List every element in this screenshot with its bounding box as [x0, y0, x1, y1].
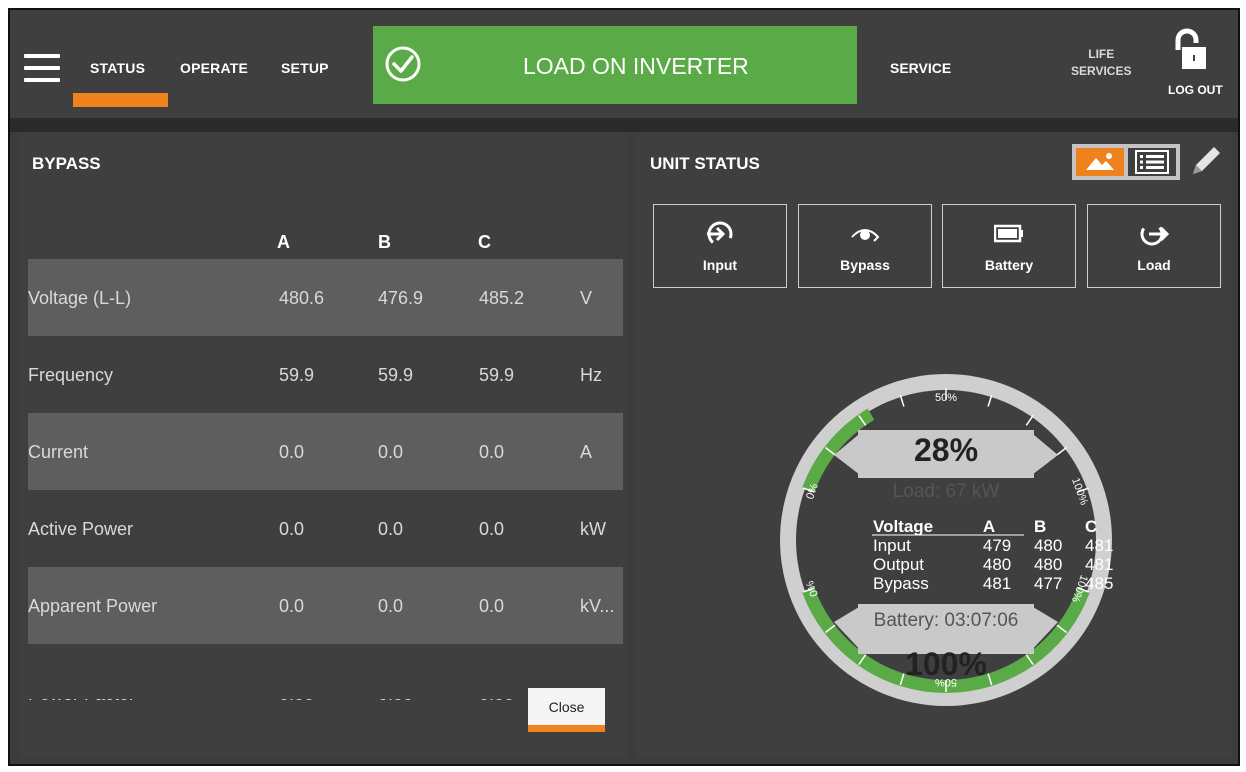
column-b-header: B	[378, 232, 391, 252]
voltage-cell: 481	[982, 574, 1012, 593]
voltage-cell: 477	[1033, 574, 1063, 593]
row-label: Voltage (L-L)	[28, 288, 132, 308]
voltage-row-label: Input	[873, 536, 911, 555]
voltage-cell: 480	[1033, 555, 1063, 574]
logout-label[interactable]: LOG OUT	[1168, 83, 1223, 97]
voltage-cell: 485	[1085, 574, 1114, 593]
row-label: Apparent Power	[28, 596, 158, 616]
voltage-cell: 480	[1033, 536, 1063, 555]
cell-c: 59.9	[479, 365, 515, 385]
cell-a: 0.0	[279, 596, 305, 616]
cell-a: 0.0	[279, 519, 305, 539]
bypass-icon	[851, 229, 880, 242]
voltage-cell: 479	[982, 536, 1012, 555]
voltage-row-bypass: Bypass 481 477 485	[872, 574, 1116, 593]
load-battery-gauge: 0% 50% 100% 0% 50% 100% 28% Load: 67 kW Volta…	[776, 350, 1116, 730]
bypass-tile[interactable]: Bypass	[798, 204, 932, 288]
unit-status-panel: UNIT STATUS Input Bypass Battery Load 0%…	[636, 132, 1232, 757]
load-kw: Load: 67 kW	[892, 481, 1000, 502]
voltage-cell: 481	[1085, 555, 1114, 574]
cell-unit: Hz	[580, 365, 602, 385]
graphic-view-button[interactable]	[1076, 148, 1124, 176]
row-label: Active Power	[28, 519, 134, 539]
bypass-title: BYPASS	[32, 154, 101, 173]
cell-unit: A	[580, 442, 593, 462]
status-banner-text: LOAD ON INVERTER	[523, 53, 749, 79]
column-a-header: A	[277, 232, 290, 252]
input-label: Input	[702, 257, 738, 273]
voltage-row-output: Output 480 480 481	[872, 555, 1116, 574]
table-row: Voltage (L-L) 480.6 476.9 485.2 V	[28, 259, 623, 336]
column-c-header: C	[478, 232, 491, 252]
cell-b: 0.0	[378, 442, 404, 462]
bypass-label: Bypass	[840, 257, 890, 273]
checkmark-circle-icon	[385, 46, 421, 82]
cell-a: 480.6	[279, 288, 325, 308]
battery-icon	[994, 224, 1023, 243]
cell-b: 476.9	[378, 288, 424, 308]
view-toggle	[1072, 144, 1180, 180]
cell-b: 0.0	[378, 519, 404, 539]
life-services-line1: LIFE	[1088, 47, 1115, 61]
gauge-scale-label: 50%	[935, 392, 957, 404]
voltage-row-label: Bypass	[873, 574, 929, 593]
row-label: Current	[28, 442, 89, 462]
cell-c: 485.2	[479, 288, 525, 308]
divider-strip	[10, 118, 1238, 132]
list-view-icon	[1135, 150, 1169, 174]
cell-b: 0.0	[378, 596, 404, 616]
app-window: STATUS OPERATE SETUP LOAD ON INVERTER SE…	[8, 8, 1240, 766]
voltage-cell: 481	[1085, 536, 1114, 555]
bypass-panel: BYPASS A B C Voltage (L-L) 480.6 476.9 4…	[20, 132, 627, 757]
battery-runtime: Battery: 03:07:06	[873, 610, 1019, 631]
battery-label: Battery	[984, 257, 1034, 273]
cell-a: 59.9	[279, 365, 315, 385]
load-label: Load	[1137, 257, 1171, 273]
cell-a: 0.0	[279, 442, 305, 462]
active-tab-indicator	[73, 93, 168, 107]
table-row: Frequency 59.9 59.9 59.9 Hz	[28, 336, 623, 413]
cell-b: 59.9	[378, 365, 414, 385]
cell-c: 0.0	[479, 442, 505, 462]
cell-c: 0.0	[479, 596, 505, 616]
input-icon	[707, 221, 733, 247]
edit-pencil-icon[interactable]	[1189, 142, 1225, 178]
battery-tile[interactable]: Battery	[942, 204, 1076, 288]
tab-life-services[interactable]: LIFE SERVICES	[1071, 46, 1131, 80]
hamburger-menu-icon[interactable]	[24, 54, 60, 82]
tab-status[interactable]: STATUS	[90, 60, 145, 76]
voltage-header: Voltage	[873, 517, 934, 536]
unlock-icon[interactable]	[1174, 28, 1208, 72]
load-tile[interactable]: Load	[1087, 204, 1221, 288]
table-row: Apparent Power 0.0 0.0 0.0 kV...	[28, 567, 623, 644]
tab-setup[interactable]: SETUP	[281, 60, 329, 76]
table-row: Active Power 0.0 0.0 0.0 kW	[28, 490, 623, 567]
cell-unit: kV...	[580, 596, 615, 616]
voltage-row-input: Input 479 480 481	[872, 536, 1116, 555]
cell-c: 0.0	[479, 519, 505, 539]
table-row: Current 0.0 0.0 0.0 A	[28, 413, 623, 490]
row-label: Frequency	[28, 365, 114, 385]
voltage-col-a: A	[982, 517, 996, 536]
load-icon	[1140, 222, 1169, 246]
cell-unit: kW	[580, 519, 606, 539]
voltage-row-label: Output	[873, 555, 925, 574]
status-banner: LOAD ON INVERTER	[373, 26, 857, 104]
load-percent: 28%	[913, 432, 979, 468]
voltage-cell: 480	[982, 555, 1012, 574]
image-view-icon	[1086, 153, 1114, 170]
voltage-col-b: B	[1033, 517, 1047, 536]
input-tile[interactable]: Input	[653, 204, 787, 288]
voltage-table: Voltage A B C Input 479 480 481 Output 4…	[872, 517, 1116, 593]
list-view-button[interactable]	[1128, 148, 1176, 176]
top-bar: STATUS OPERATE SETUP LOAD ON INVERTER SE…	[10, 10, 1238, 118]
tab-operate[interactable]: OPERATE	[180, 60, 248, 76]
tab-service[interactable]: SERVICE	[890, 60, 951, 76]
unit-status-title: UNIT STATUS	[650, 154, 760, 173]
voltage-col-c: C	[1085, 517, 1098, 536]
cell-unit: V	[580, 288, 593, 308]
close-button[interactable]: Close	[528, 688, 605, 732]
life-services-line2: SERVICES	[1071, 64, 1132, 78]
battery-percent: 100%	[905, 646, 987, 682]
